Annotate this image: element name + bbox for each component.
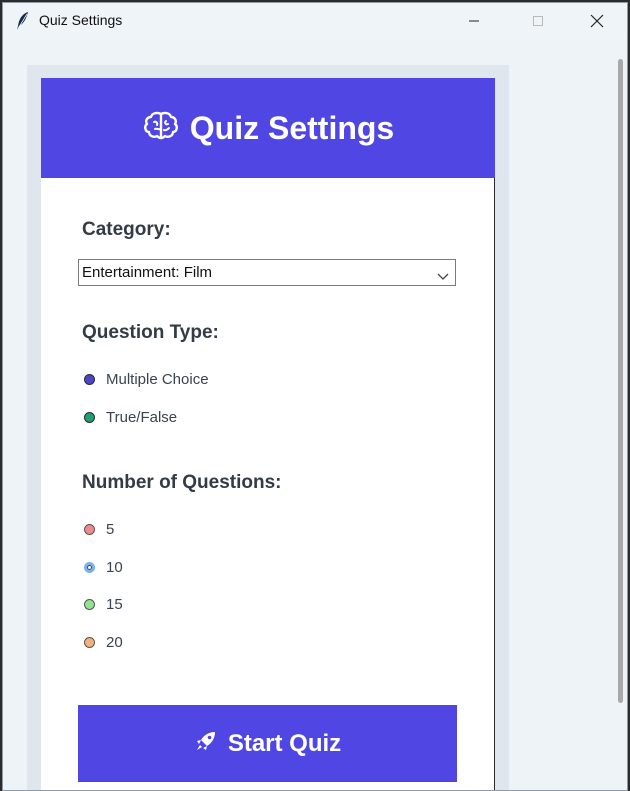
radio-true-false[interactable]: True/False	[84, 407, 177, 427]
feather-icon	[15, 11, 31, 31]
radio-10-questions[interactable]: 10	[84, 557, 123, 577]
maximize-icon	[533, 16, 543, 26]
settings-panel: Quiz Settings Category: Entertainment: F…	[41, 78, 495, 790]
page-title: Quiz Settings	[189, 109, 395, 146]
window-title: Quiz Settings	[39, 12, 123, 28]
question-type-label: Question Type:	[82, 322, 219, 343]
radio-15-questions[interactable]: 15	[84, 594, 123, 614]
category-select-value: Entertainment: Film	[82, 264, 213, 281]
brain-icon	[142, 110, 180, 147]
radio-label: Multiple Choice	[106, 370, 209, 388]
radio-indicator	[84, 636, 95, 648]
minimize-icon	[469, 20, 479, 22]
start-quiz-label: Start Quiz	[227, 729, 342, 757]
category-label: Category:	[82, 219, 171, 240]
radio-multiple-choice[interactable]: Multiple Choice	[84, 369, 209, 389]
radio-label: 15	[106, 595, 123, 613]
radio-indicator-selected	[84, 561, 95, 573]
app-window: Quiz Settings Quiz Settings Category: En…	[2, 2, 628, 791]
panel-header: Quiz Settings	[41, 78, 495, 178]
radio-20-questions[interactable]: 20	[84, 632, 123, 652]
minimize-button[interactable]	[451, 3, 497, 39]
close-icon	[590, 14, 604, 28]
radio-label: 10	[106, 558, 123, 576]
title-bar: Quiz Settings	[3, 3, 627, 39]
radio-5-questions[interactable]: 5	[84, 519, 114, 539]
settings-frame: Quiz Settings Category: Entertainment: F…	[27, 65, 509, 790]
rocket-icon	[194, 729, 218, 758]
radio-indicator	[84, 373, 95, 385]
start-quiz-button[interactable]: Start Quiz	[78, 705, 457, 782]
num-questions-label: Number of Questions:	[82, 472, 282, 493]
radio-label: 5	[106, 520, 115, 538]
radio-label: True/False	[106, 408, 178, 426]
vertical-scrollbar[interactable]	[618, 59, 623, 703]
radio-indicator	[84, 598, 95, 610]
radio-indicator	[84, 523, 95, 535]
radio-indicator	[84, 411, 95, 423]
radio-label: 20	[106, 633, 123, 651]
window-client-area: Quiz Settings Category: Entertainment: F…	[3, 39, 627, 790]
category-select[interactable]: Entertainment: Film	[78, 259, 456, 286]
chevron-down-icon	[437, 268, 449, 286]
maximize-button[interactable]	[515, 3, 561, 39]
close-button[interactable]	[574, 3, 620, 39]
